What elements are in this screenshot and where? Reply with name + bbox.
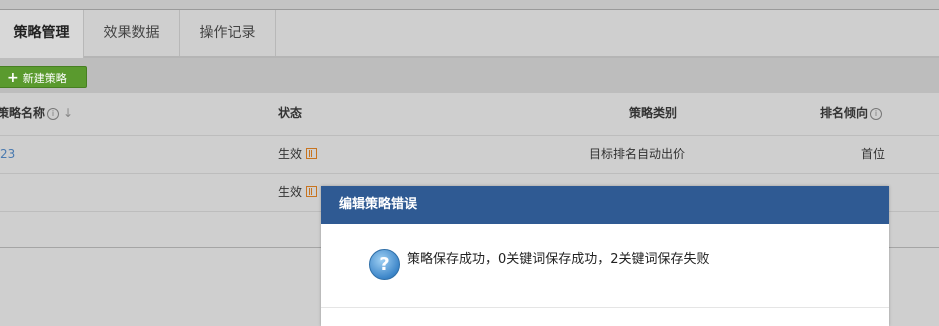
toolbar: + 新建策略 xyxy=(0,58,939,93)
top-border xyxy=(0,0,939,10)
dialog-divider xyxy=(321,307,889,308)
ranking-cell: 首位 xyxy=(861,147,886,161)
table-row: 23 生效 目标排名自动出价 首位 xyxy=(0,136,939,174)
header-category: 策略类别 xyxy=(629,106,678,120)
header-status: 状态 xyxy=(278,106,303,120)
error-dialog: 编辑策略错误 ? 策略保存成功，0关键词保存成功，2关键词保存失败 xyxy=(321,186,889,326)
new-strategy-label: 新建策略 xyxy=(22,72,67,85)
edit-icon[interactable] xyxy=(306,186,318,197)
dialog-title[interactable]: 编辑策略错误 xyxy=(321,186,889,224)
tab-performance-data[interactable]: 效果数据 xyxy=(84,10,180,56)
tab-operation-log[interactable]: 操作记录 xyxy=(180,10,276,56)
header-name-label: 策略名称 xyxy=(0,106,46,120)
category-cell: 目标排名自动出价 xyxy=(589,147,686,161)
tab-strategy-management[interactable]: 策略管理 xyxy=(0,10,84,58)
strategy-name-link[interactable]: 23 xyxy=(0,136,15,173)
status-text: 生效 xyxy=(278,185,303,199)
status-cell: 生效 xyxy=(278,174,318,211)
table-header: 策略名称 i ↓ 状态 策略类别 排名倾向 i xyxy=(0,93,939,136)
tab-bar: 策略管理 效果数据 操作记录 xyxy=(0,10,939,58)
edit-icon[interactable] xyxy=(306,148,318,159)
header-ranking-label: 排名倾向 xyxy=(820,106,869,120)
info-icon[interactable]: i xyxy=(47,108,60,120)
sort-down-icon[interactable]: ↓ xyxy=(63,106,73,120)
plus-icon: + xyxy=(7,70,19,86)
header-ranking: 排名倾向 i xyxy=(820,93,883,135)
header-name[interactable]: 策略名称 i ↓ xyxy=(0,93,73,135)
question-icon: ? xyxy=(369,249,400,280)
dialog-message: 策略保存成功，0关键词保存成功，2关键词保存失败 xyxy=(407,252,710,267)
status-cell: 生效 xyxy=(278,136,318,173)
new-strategy-button[interactable]: + 新建策略 xyxy=(0,66,87,88)
status-text: 生效 xyxy=(278,147,303,161)
info-icon[interactable]: i xyxy=(870,108,883,120)
dialog-body: ? 策略保存成功，0关键词保存成功，2关键词保存失败 xyxy=(321,224,889,310)
